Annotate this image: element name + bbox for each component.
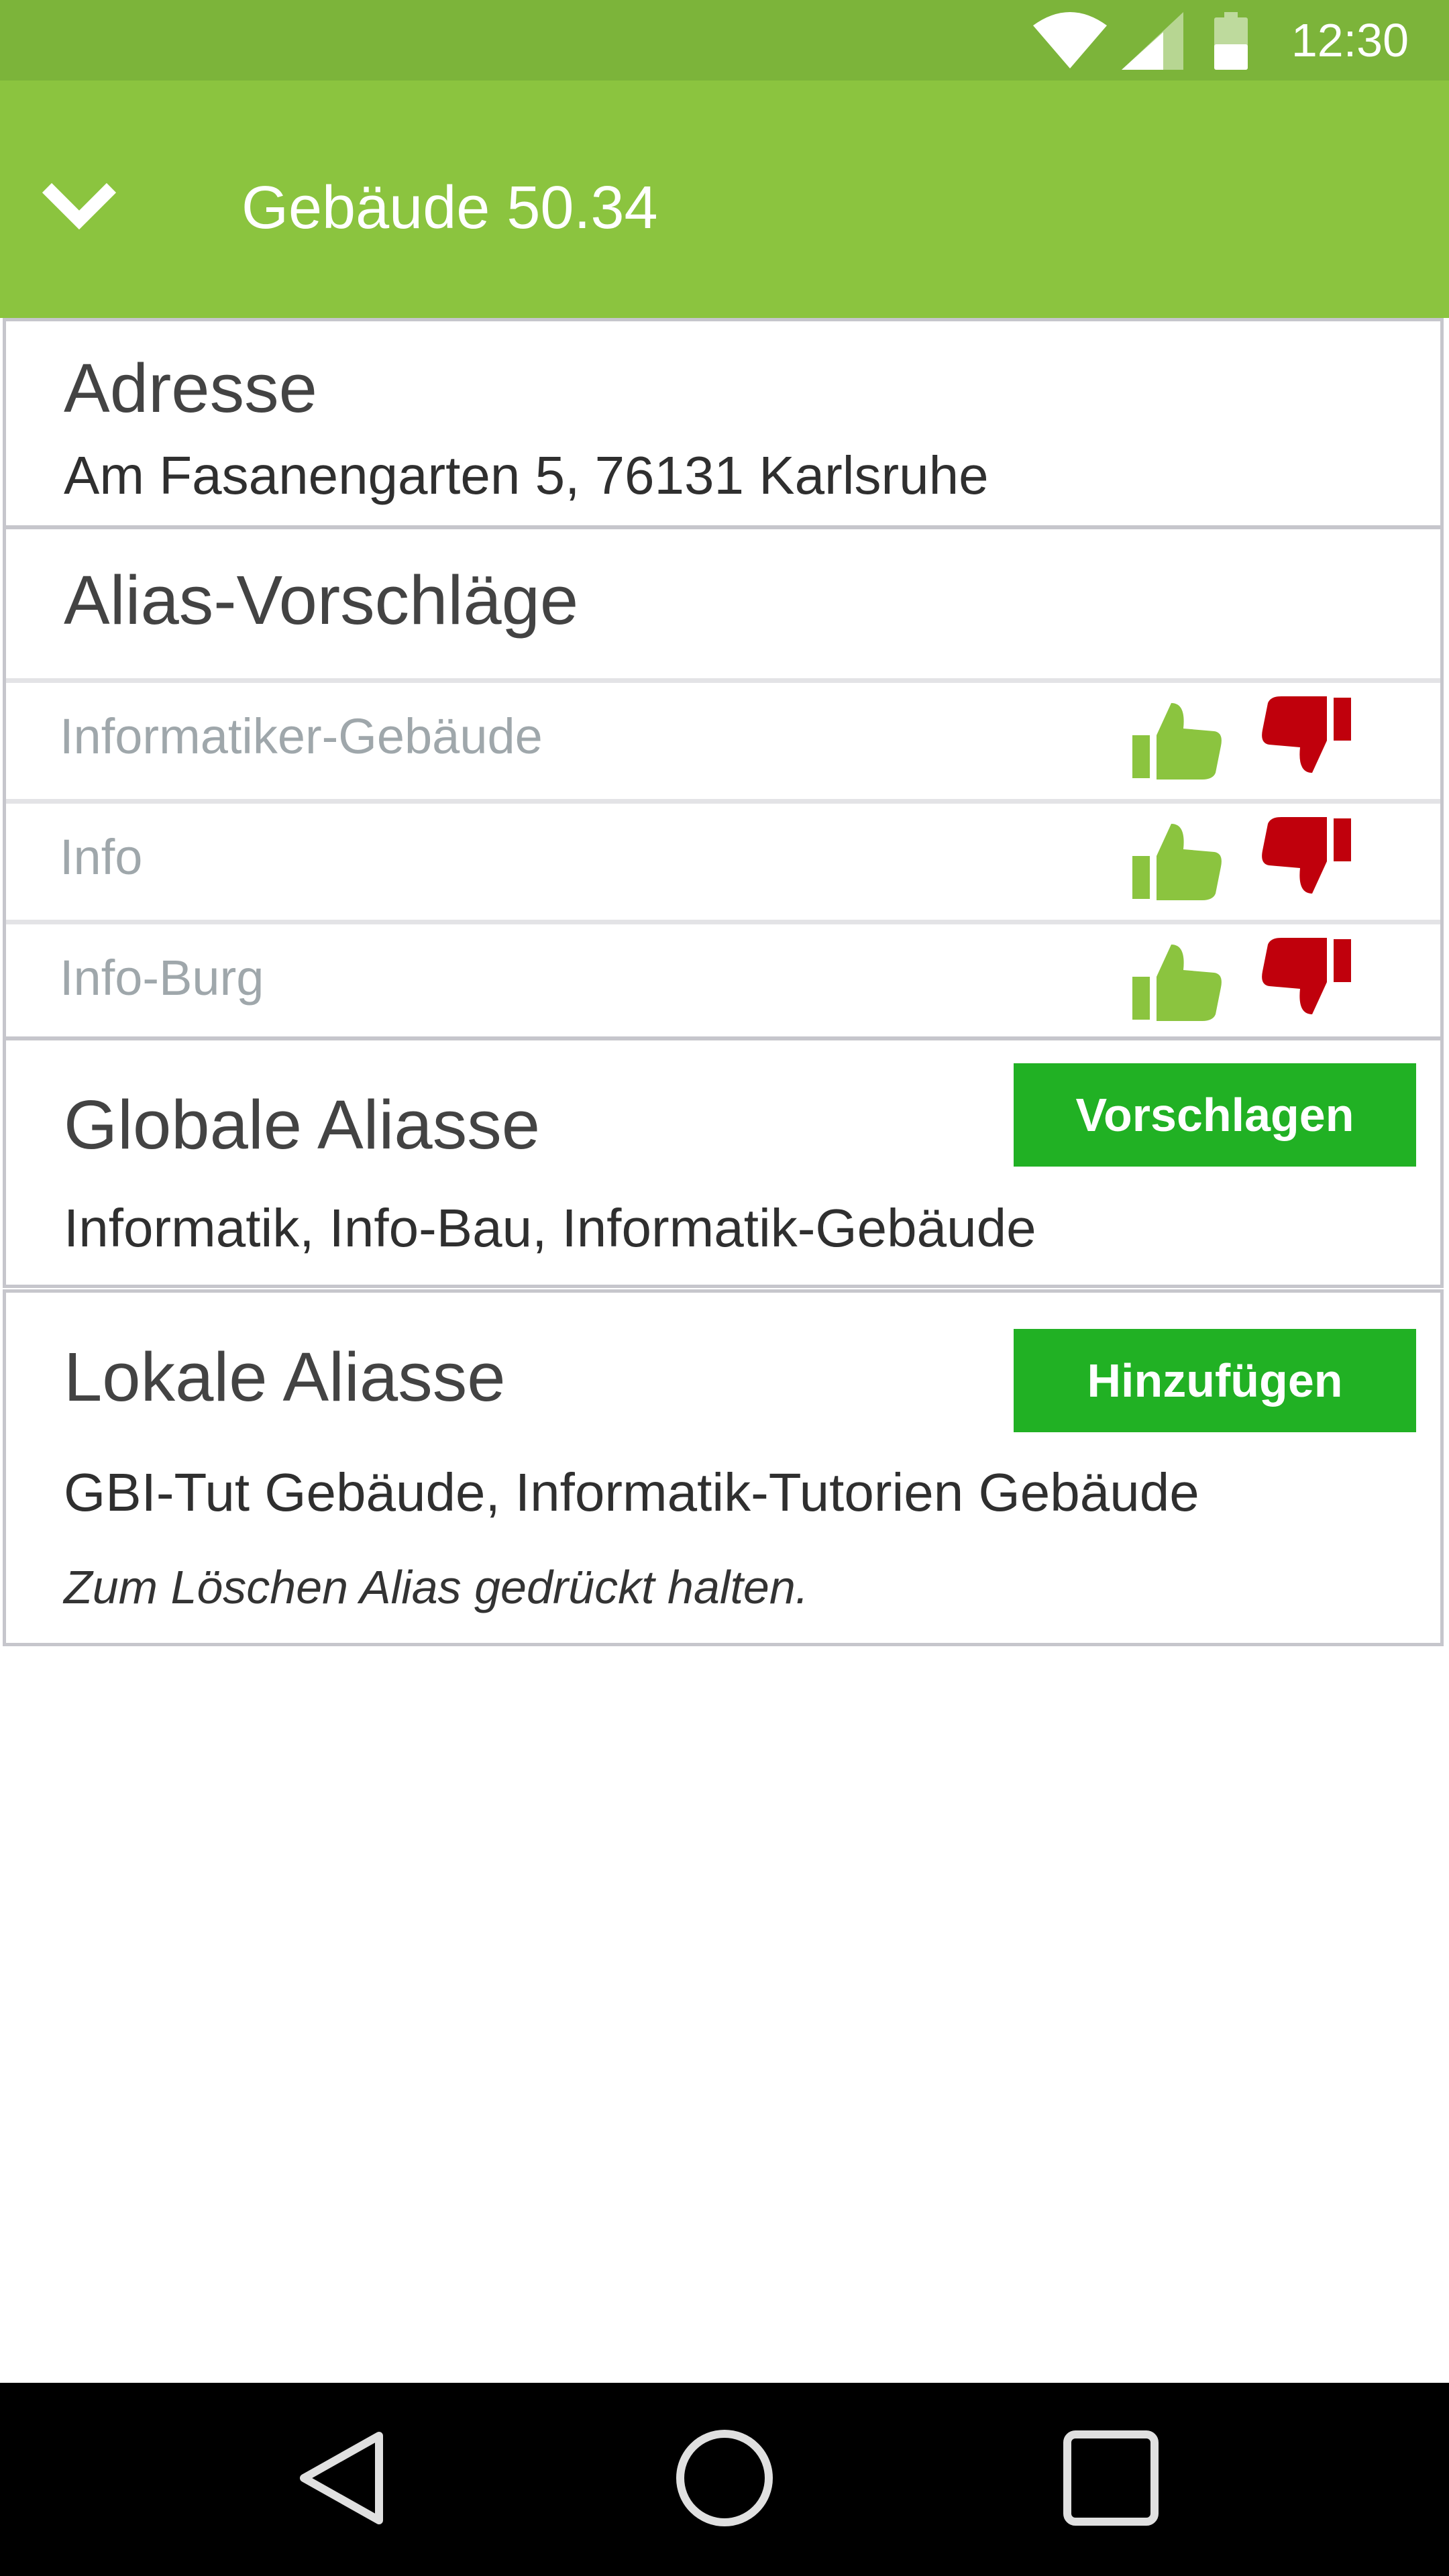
delete-hint: Zum Löschen Alias gedrückt halten. bbox=[64, 1561, 809, 1613]
status-time: 12:30 bbox=[1291, 14, 1409, 66]
local-aliases-card: Lokale Aliasse Hinzufügen GBI-Tut Gebäud… bbox=[3, 1289, 1444, 1646]
address-text: Am Fasanengarten 5, 76131 Karlsruhe bbox=[64, 445, 989, 505]
upvote-button[interactable] bbox=[1126, 938, 1227, 1025]
downvote-button[interactable] bbox=[1256, 817, 1357, 904]
alias-suggestion-label: Info-Burg bbox=[60, 950, 264, 1006]
signal-icon bbox=[1122, 12, 1183, 73]
upvote-button[interactable] bbox=[1126, 817, 1227, 904]
chevron-down-icon bbox=[39, 178, 119, 235]
list-item: Informatiker-Gebäude bbox=[6, 678, 1440, 792]
recents-square-icon bbox=[1061, 2428, 1161, 2532]
downvote-button[interactable] bbox=[1256, 938, 1357, 1025]
collapse-button[interactable] bbox=[34, 180, 124, 233]
back-triangle-icon bbox=[292, 2428, 392, 2532]
list-item: Info bbox=[6, 799, 1440, 913]
address-title: Adresse bbox=[64, 350, 317, 427]
thumbs-down-icon bbox=[1260, 696, 1354, 784]
add-alias-button[interactable]: Hinzufügen bbox=[1014, 1329, 1416, 1432]
alias-suggestion-label: Info bbox=[60, 829, 143, 885]
wifi-icon bbox=[1033, 12, 1107, 72]
nav-recents-button[interactable] bbox=[1044, 2412, 1178, 2546]
thumbs-up-icon bbox=[1130, 696, 1224, 784]
thumbs-down-icon bbox=[1260, 817, 1354, 904]
downvote-button[interactable] bbox=[1256, 696, 1357, 784]
global-aliases-title: Globale Aliasse bbox=[64, 1086, 540, 1163]
local-aliases-title: Lokale Aliasse bbox=[64, 1338, 506, 1415]
thumbs-up-icon bbox=[1130, 938, 1224, 1025]
nav-home-button[interactable] bbox=[657, 2412, 792, 2546]
alias-suggestions-card: Alias-Vorschläge Informatiker-Gebäude In… bbox=[3, 526, 1444, 1040]
local-aliases-text: GBI-Tut Gebäude, Informatik-Tutorien Geb… bbox=[64, 1462, 1199, 1522]
page-title: Gebäude 50.34 bbox=[241, 174, 658, 241]
status-bar: 12:30 bbox=[0, 0, 1449, 80]
suggest-alias-button[interactable]: Vorschlagen bbox=[1014, 1063, 1416, 1167]
alias-suggestion-label: Informatiker-Gebäude bbox=[60, 708, 543, 764]
alias-suggestions-title: Alias-Vorschläge bbox=[64, 561, 579, 639]
home-circle-icon bbox=[671, 2424, 778, 2535]
address-card: Adresse Am Fasanengarten 5, 76131 Karlsr… bbox=[3, 318, 1444, 529]
battery-icon bbox=[1214, 12, 1248, 73]
list-item: Info-Burg bbox=[6, 920, 1440, 1034]
global-aliases-text: Informatik, Info-Bau, Informatik-Gebäude bbox=[64, 1198, 1036, 1258]
navigation-bar bbox=[0, 2383, 1449, 2576]
thumbs-up-icon bbox=[1130, 817, 1224, 904]
nav-back-button[interactable] bbox=[275, 2412, 409, 2546]
upvote-button[interactable] bbox=[1126, 696, 1227, 784]
app-bar: Gebäude 50.34 bbox=[0, 80, 1449, 318]
global-aliases-card: Globale Aliasse Vorschlagen Informatik, … bbox=[3, 1037, 1444, 1288]
thumbs-down-icon bbox=[1260, 938, 1354, 1025]
